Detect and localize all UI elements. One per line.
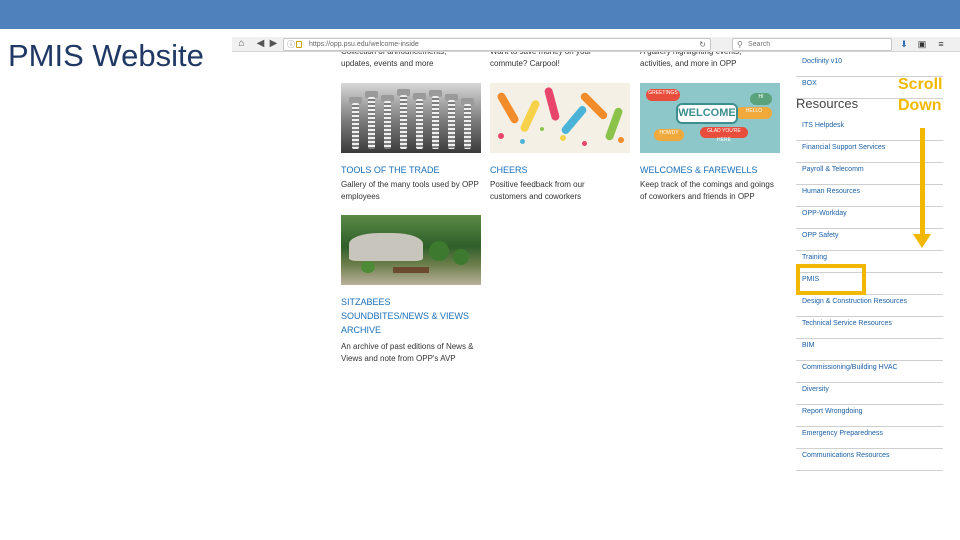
welcomes-description: Keep track of the comings and goings of … [640, 180, 774, 201]
sidebar-item-diversity[interactable]: Diversity [796, 383, 943, 405]
bubble-text: GLAD YOU'RE HERE [700, 127, 748, 143]
cheers-description: Positive feedback from our customers and… [490, 180, 585, 201]
tools-link[interactable]: Tools of the Trade [341, 163, 440, 177]
sidebar-item-emergency[interactable]: Emergency Preparedness [796, 427, 943, 449]
sitzabees-description: An archive of past editions of News & Vi… [341, 342, 474, 363]
welcome-image[interactable]: GREETINGS HI HOWDY HELLO GLAD YOU'RE HER… [640, 83, 780, 153]
resources-heading: Resources [796, 96, 859, 111]
forward-icon[interactable]: ▶ [268, 38, 279, 50]
sidebar-item-report-wrongdoing[interactable]: Report Wrongdoing [796, 405, 943, 427]
sidebar-item-bim[interactable]: BIM [796, 339, 943, 361]
cheers-link[interactable]: Cheers [490, 163, 528, 177]
bubble-text: HOWDY [654, 129, 684, 141]
window-icon[interactable]: ▣ [916, 38, 928, 50]
download-icon[interactable]: ⬇ [898, 38, 910, 50]
url-text[interactable]: https://opp.psu.edu/welcome-inside [309, 39, 419, 50]
scroll-arrow-shaft [920, 128, 925, 236]
search-input[interactable] [748, 39, 888, 50]
browser-toolbar: ⌂ ◀ ▶ ⓘ https://opp.psu.edu/welcome-insi… [232, 37, 960, 52]
page-content: Collection of announcements, updates, ev… [232, 52, 960, 472]
sitzabees-link[interactable]: SITZABEES SOUNDBITES/NEWS & VIEWS ARCHIV… [341, 295, 469, 337]
bubble-text: HI [750, 93, 772, 105]
bubble-text: GREETINGS [646, 89, 680, 101]
cheers-image[interactable] [490, 83, 630, 153]
pmis-highlight-box [796, 264, 866, 295]
search-box[interactable]: ⚲ [732, 38, 892, 51]
home-icon[interactable]: ⌂ [236, 38, 247, 50]
sidebar-item-communications[interactable]: Communications Resources [796, 449, 943, 471]
scroll-down-label: Scroll Down [898, 76, 943, 114]
address-bar[interactable]: ⓘ https://opp.psu.edu/welcome-inside ↻ [283, 38, 711, 51]
arrow-down-icon [913, 234, 931, 248]
sitzabees-image[interactable] [341, 215, 481, 285]
card-text-carpool: Want to save money on your commute? Carp… [490, 52, 592, 68]
menu-icon[interactable]: ≡ [935, 38, 947, 50]
card-text-announcements: Collection of announcements, updates, ev… [341, 52, 446, 68]
bubble-text: HELLO [736, 107, 772, 119]
sidebar-item-commissioning[interactable]: Commissioning/Building HVAC [796, 361, 943, 383]
slide-title: PMIS Website [8, 38, 204, 73]
info-icon[interactable]: ⓘ [287, 39, 295, 50]
sidebar-item-design-construction[interactable]: Design & Construction Resources [796, 295, 943, 317]
card-text-gallery: A gallery highlighting events, activitie… [640, 52, 741, 68]
reload-icon[interactable]: ↻ [699, 39, 706, 50]
back-icon[interactable]: ◀ [255, 38, 266, 50]
tools-description: Gallery of the many tools used by OPP em… [341, 180, 479, 201]
welcomes-link[interactable]: Welcomes & Farewells [640, 163, 758, 177]
tools-image[interactable] [341, 83, 481, 153]
search-icon: ⚲ [737, 40, 743, 49]
welcome-sign: WELCOME [676, 103, 738, 124]
slide-header-bar [0, 0, 960, 29]
sidebar-item-technical-service[interactable]: Technical Service Resources [796, 317, 943, 339]
lock-icon [296, 41, 302, 48]
